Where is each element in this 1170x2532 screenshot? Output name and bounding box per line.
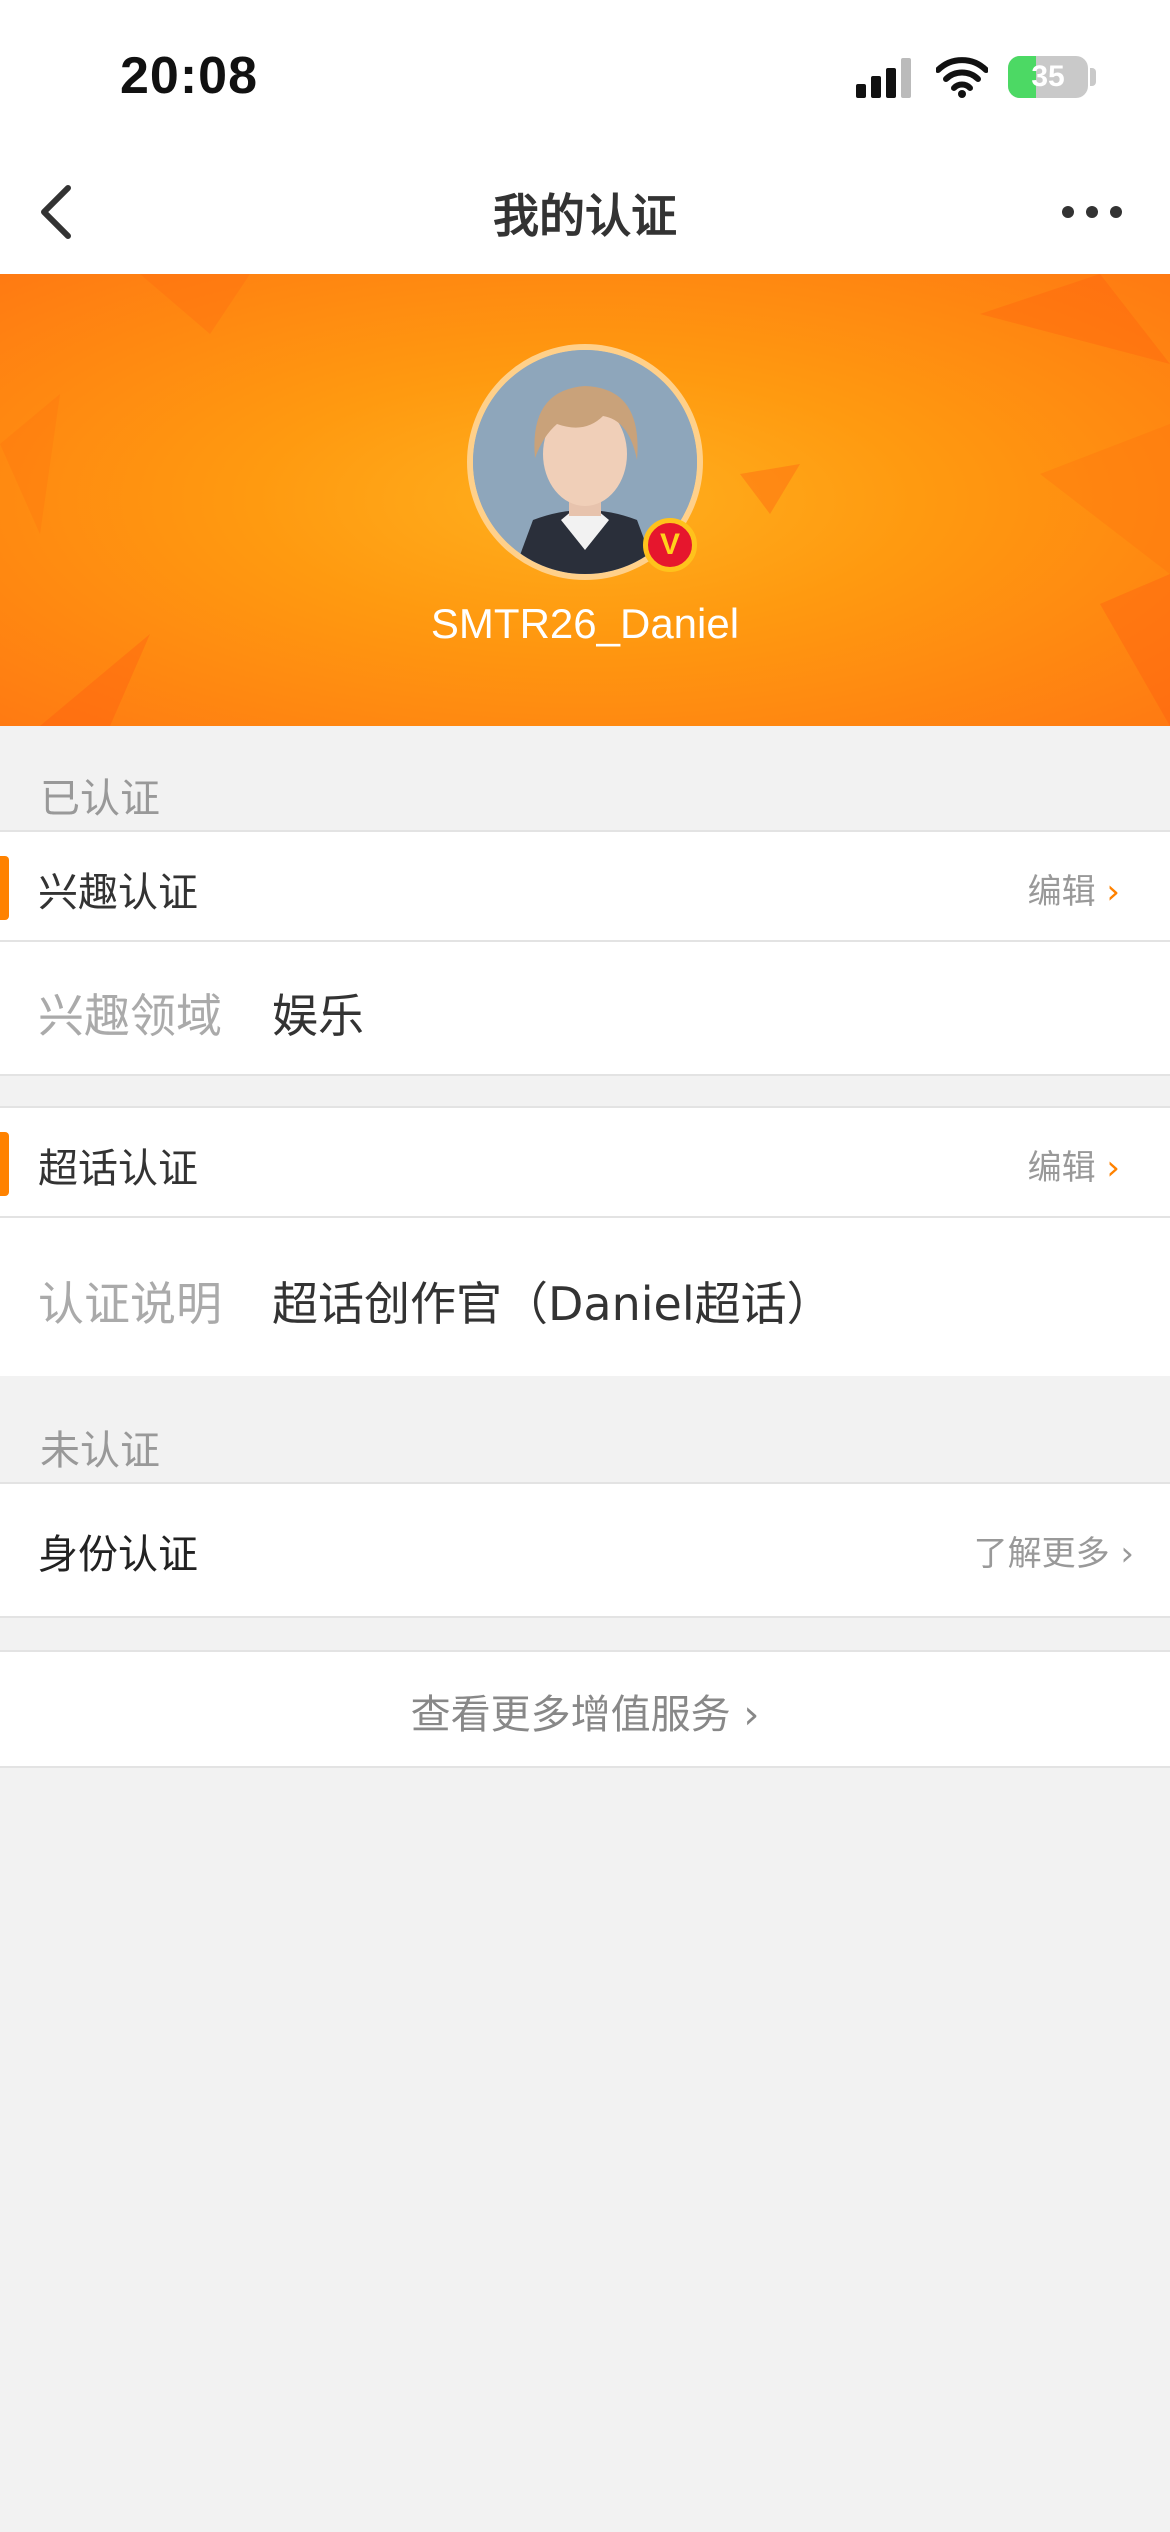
interest-field-value: 娱乐 bbox=[272, 989, 364, 1043]
accent-bar bbox=[0, 856, 9, 920]
more-services-row[interactable]: 查看更多增值服务 › bbox=[0, 1650, 1170, 1768]
chevron-right-icon: › bbox=[1106, 1148, 1120, 1188]
more-options-button[interactable] bbox=[1050, 178, 1134, 242]
section-header-verified: 已认证 bbox=[40, 776, 160, 822]
more-dot bbox=[1086, 206, 1098, 218]
more-dot bbox=[1110, 206, 1122, 218]
learn-more-label: 了解更多 bbox=[973, 1534, 1110, 1574]
accent-bar bbox=[0, 1132, 9, 1196]
more-dots-icon bbox=[1062, 206, 1074, 218]
chevron-right-icon: › bbox=[743, 1692, 760, 1738]
edit-label: 编辑 bbox=[1027, 872, 1096, 912]
interest-field-row: 兴趣领域 娱乐 bbox=[0, 940, 1170, 1076]
edit-label: 编辑 bbox=[1027, 1148, 1096, 1188]
identity-verification-title: 身份认证 bbox=[38, 1532, 198, 1578]
learn-more-link[interactable]: 了解更多 › bbox=[974, 1526, 1134, 1575]
profile-header: V SMTR26_Daniel bbox=[0, 274, 1170, 726]
interest-verification-title: 兴趣认证 bbox=[38, 870, 198, 916]
more-services-label: 查看更多增值服务 bbox=[410, 1692, 731, 1738]
supertopic-verification-title: 超话认证 bbox=[38, 1146, 198, 1192]
wifi-icon bbox=[936, 57, 988, 98]
interest-edit-button[interactable]: 编辑 › bbox=[1028, 864, 1120, 913]
page-title: 我的认证 bbox=[493, 189, 677, 243]
signal-icon bbox=[856, 58, 916, 98]
chevron-right-icon: › bbox=[1120, 1534, 1134, 1574]
identity-verification-row[interactable]: 身份认证 了解更多 › bbox=[0, 1482, 1170, 1618]
status-bar: 20:08 35 bbox=[0, 0, 1170, 150]
status-time: 20:08 bbox=[120, 47, 258, 105]
supertopic-verification-row: 超话认证 编辑 › bbox=[0, 1106, 1170, 1218]
supertopic-description-label: 认证说明 bbox=[38, 1277, 222, 1331]
battery-level: 35 bbox=[1031, 60, 1065, 93]
supertopic-description-value: 超话创作官（Daniel超话） bbox=[272, 1277, 833, 1331]
section-header-unverified: 未认证 bbox=[40, 1428, 160, 1474]
nav-bar: 我的认证 bbox=[0, 150, 1170, 274]
battery-icon: 35 bbox=[1008, 56, 1088, 98]
verified-badge-icon: V bbox=[643, 518, 697, 572]
battery-tip bbox=[1090, 68, 1096, 86]
username: SMTR26_Daniel bbox=[430, 600, 740, 647]
supertopic-description-row: 认证说明 超话创作官（Daniel超话） bbox=[0, 1216, 1170, 1376]
interest-field-label: 兴趣领域 bbox=[38, 989, 222, 1043]
chevron-right-icon: › bbox=[1106, 872, 1120, 912]
supertopic-edit-button[interactable]: 编辑 › bbox=[1028, 1140, 1120, 1189]
interest-verification-row: 兴趣认证 编辑 › bbox=[0, 830, 1170, 942]
more-services-link[interactable]: 查看更多增值服务 › bbox=[0, 1682, 1170, 1740]
